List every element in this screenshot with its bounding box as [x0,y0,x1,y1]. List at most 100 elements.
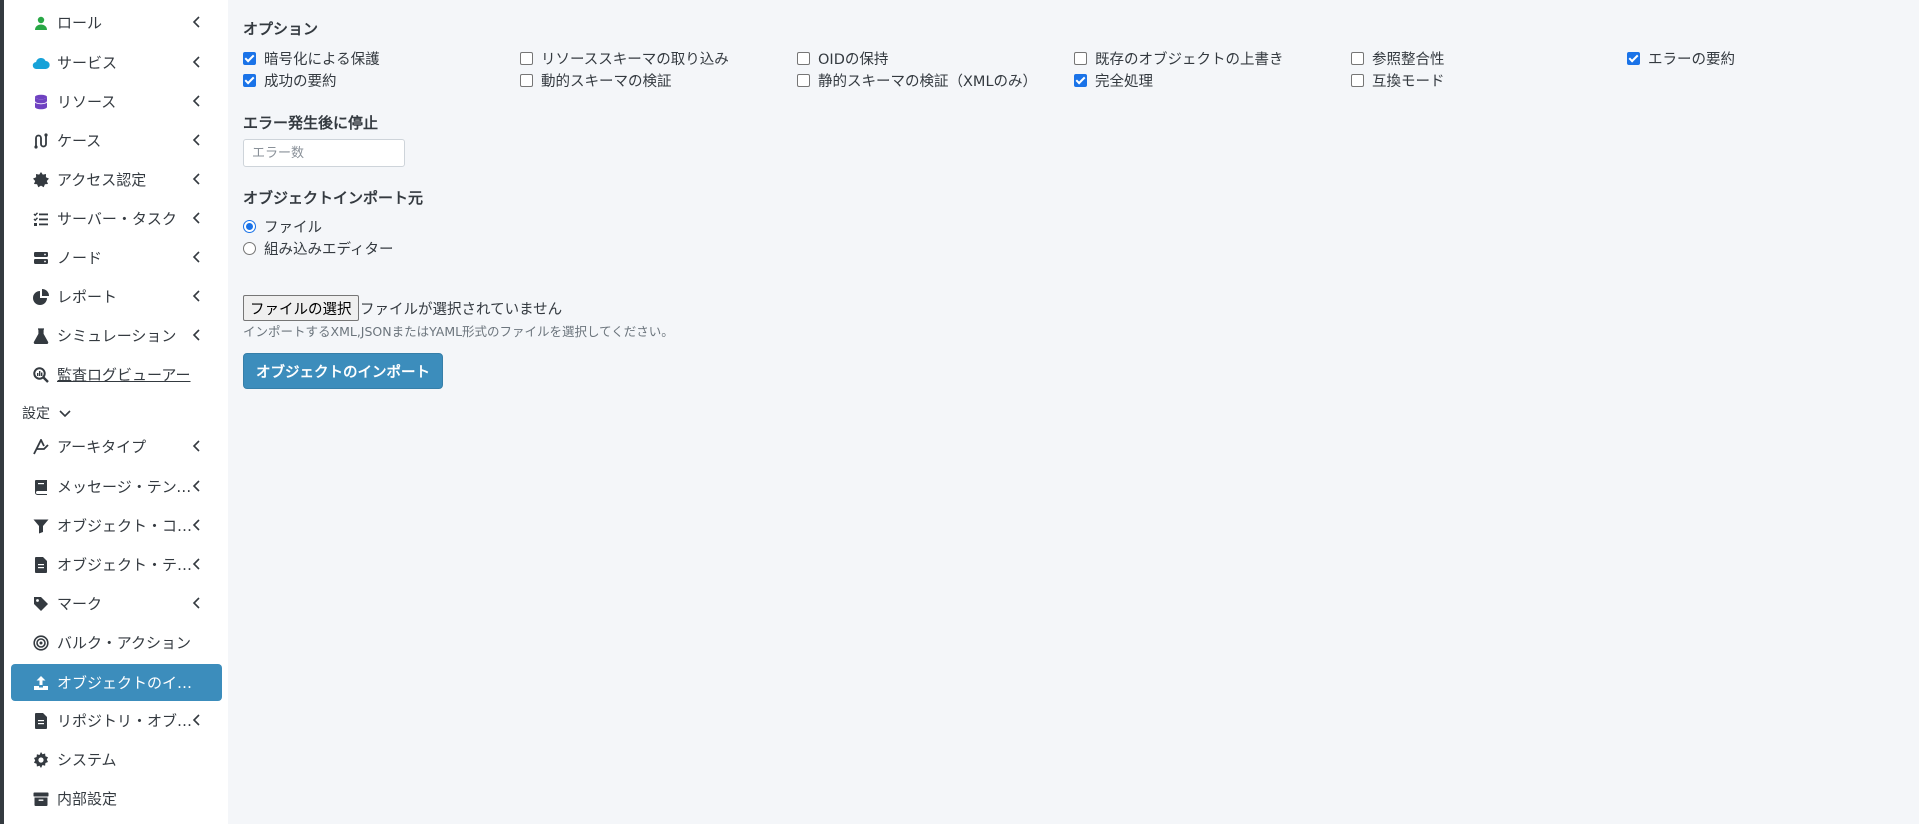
checkbox-box[interactable] [1074,52,1087,65]
database-icon [32,93,50,111]
sidebar-item-resources[interactable]: リソース [11,83,222,120]
import-objects-button[interactable]: オブジェクトのインポート [243,353,443,389]
sidebar-item-label: メッセージ・テンプレート [57,478,197,496]
checkbox-overwrite-existing[interactable]: 既存のオブジェクトの上書き [1074,48,1284,69]
sidebar-item-system[interactable]: システム [11,741,222,778]
sidebar-item-server-tasks[interactable]: サーバー・タスク [11,200,222,237]
sidebar-item-label: オブジェクト・コレクション [57,517,197,535]
checkbox-box[interactable] [797,52,810,65]
archetype-icon [32,438,50,456]
chevron-left-icon [192,56,200,68]
checkbox-fetch-resource-schema[interactable]: リソーススキーマの取り込み [520,48,729,69]
chevron-left-icon [192,16,200,28]
checkbox-box[interactable] [1351,52,1364,65]
chevron-left-icon [192,329,200,341]
checkbox-box[interactable] [1351,74,1364,87]
chevron-left-icon [192,558,200,570]
checkbox-validate-static-schema[interactable]: 静的スキーマの検証（XMLのみ） [797,70,1037,91]
checkbox-referential-integrity[interactable]: 参照整合性 [1351,48,1445,69]
sidebar-item-cases[interactable]: ケース [11,122,222,159]
sidebar-item-object-collections[interactable]: オブジェクト・コレクション [11,507,222,544]
chevron-left-icon [192,480,200,492]
filter-icon [32,517,50,535]
sidebar-item-audit-log-viewer[interactable]: 監査ログビューアー [11,356,222,393]
file-icon [32,556,50,574]
radio-button[interactable] [243,242,256,255]
sidebar-item-import-objects[interactable]: オブジェクトのインポート [11,664,222,701]
sidebar-item-simulations[interactable]: シミュレーション [11,317,222,354]
route-icon [32,132,50,150]
upload-icon [32,674,50,692]
certificate-icon [32,171,50,189]
sidebar-item-services[interactable]: サービス [11,44,222,81]
chevron-down-icon [59,410,71,418]
checkbox-box[interactable] [520,52,533,65]
checkbox-box[interactable] [520,74,533,87]
sidebar-item-label: システム [57,751,117,769]
pie-chart-icon [32,288,50,306]
file-help-text: インポートするXML,JSONまたはYAML形式のファイルを選択してください。 [243,324,674,339]
chevron-left-icon [192,212,200,224]
checkbox-label: エラーの要約 [1648,52,1735,68]
sidebar-item-archetypes[interactable]: アーキタイプ [11,428,222,465]
file-icon [32,712,50,730]
sidebar-item-label: ロール [57,14,103,32]
checkbox-keep-oid[interactable]: OIDの保持 [797,48,888,69]
main-content: オプション 暗号化による保護 リソーススキーマの取り込み OIDの保持 既存のオ… [228,0,1919,824]
sidebar-item-message-templates[interactable]: メッセージ・テンプレート [11,468,222,505]
radio-source-embedded-editor[interactable]: 組み込みエディター [243,238,393,259]
sidebar-item-repository-objects[interactable]: リポジトリ・オブジェクト [11,702,222,739]
sidebar-item-label: シミュレーション [57,327,177,345]
gear-icon [32,751,50,769]
choose-file-button[interactable]: ファイルの選択 [243,295,359,321]
checkbox-compatibility-mode[interactable]: 互換モード [1351,70,1445,91]
sidebar-item-label: リソース [57,93,117,111]
checkbox-box[interactable] [1074,74,1087,87]
section-header-label: 設定 [22,406,50,422]
sidebar-item-nodes[interactable]: ノード [11,239,222,276]
checkbox-box[interactable] [797,74,810,87]
sidebar-section-settings[interactable]: 設定 [22,402,72,424]
chevron-left-icon [192,173,200,185]
radio-source-file[interactable]: ファイル [243,216,322,237]
checkbox-label: 参照整合性 [1372,52,1445,68]
checkbox-label: リソーススキーマの取り込み [541,52,729,68]
checkbox-box[interactable] [243,52,256,65]
checkbox-label: 互換モード [1372,74,1445,90]
chevron-left-icon [192,251,200,263]
sidebar-item-access-certification[interactable]: アクセス認定 [11,161,222,198]
error-count-input[interactable] [243,139,405,167]
checkbox-label: OIDの保持 [818,52,889,68]
sidebar-item-object-templates[interactable]: オブジェクト・テンプレート [11,546,222,583]
chevron-left-icon [192,95,200,107]
checkbox-summarize-errors[interactable]: エラーの要約 [1627,48,1735,69]
sidebar-item-bulk-actions[interactable]: バルク・アクション [11,624,222,661]
sidebar-item-marks[interactable]: マーク [11,585,222,622]
search-chart-icon [32,366,50,384]
cloud-icon [32,54,50,72]
chevron-left-icon [192,714,200,726]
sidebar-item-label: アクセス認定 [57,171,147,189]
flask-icon [32,327,50,345]
sidebar-item-internal-settings[interactable]: 内部設定 [11,780,222,817]
sidebar-item-label: レポート [57,288,118,306]
chevron-left-icon [192,440,200,452]
sidebar: ロール サービス リソース ケース アクセス認定 サーバー・タスク ノード レポ… [4,0,228,824]
checkbox-validate-dynamic-schema[interactable]: 動的スキーマの検証 [520,70,672,91]
checkbox-label: 完全処理 [1095,74,1153,90]
sidebar-item-roles[interactable]: ロール [11,4,222,41]
archive-icon [32,790,50,808]
bullseye-icon [32,634,50,652]
sidebar-item-reports[interactable]: レポート [11,278,222,315]
chevron-left-icon [192,134,200,146]
tasks-icon [32,210,50,228]
checkbox-box[interactable] [243,74,256,87]
checkbox-box[interactable] [1627,52,1640,65]
sidebar-item-label: マーク [57,595,103,613]
role-icon [32,14,50,32]
checkbox-summarize-successes[interactable]: 成功の要約 [243,70,337,91]
sidebar-item-label: オブジェクト・テンプレート [57,556,197,574]
checkbox-complete-processing[interactable]: 完全処理 [1074,70,1153,91]
radio-button[interactable] [243,220,256,233]
checkbox-encryption-protection[interactable]: 暗号化による保護 [243,48,380,69]
